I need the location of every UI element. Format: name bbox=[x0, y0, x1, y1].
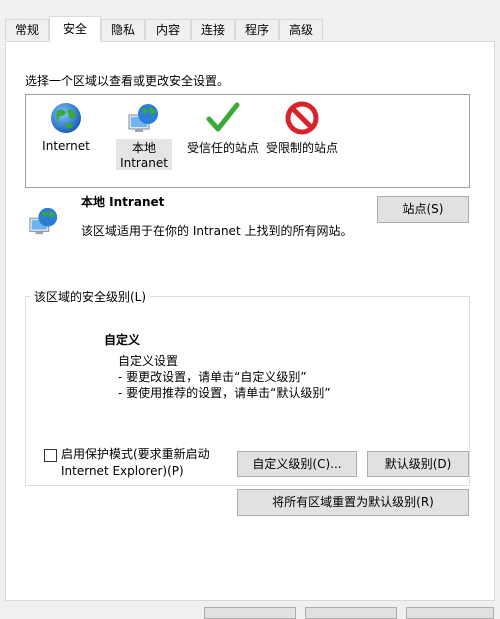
zone-trusted-sites-label: 受信任的站点 bbox=[186, 141, 259, 155]
zone-internet[interactable]: Internet bbox=[36, 101, 96, 153]
select-zone-prompt: 选择一个区域以查看或更改安全设置。 bbox=[25, 74, 230, 88]
tab-security[interactable]: 安全 bbox=[49, 16, 101, 42]
zone-restricted-sites[interactable]: 受限制的站点 bbox=[262, 101, 342, 156]
zone-trusted-sites[interactable]: 受信任的站点 bbox=[182, 101, 264, 156]
protected-mode-label-line2: Internet Explorer)(P) bbox=[61, 464, 184, 478]
globe-icon bbox=[49, 101, 83, 135]
cancel-button[interactable] bbox=[305, 607, 397, 619]
security-level-line: - 要更改设置，请单击“自定义级别” bbox=[118, 370, 307, 384]
apply-button[interactable] bbox=[406, 607, 494, 619]
security-level-line: 自定义设置 bbox=[118, 354, 179, 368]
protected-mode-label[interactable]: 启用保护模式(要求重新启动 Internet Explorer)(P) bbox=[61, 446, 210, 480]
sites-button[interactable]: 站点(S) bbox=[377, 196, 469, 223]
tab-bar: 常规 安全 隐私 内容 连接 程序 高级 bbox=[5, 16, 495, 42]
zone-local-intranet-label: 本地 Intranet bbox=[116, 139, 172, 170]
reset-all-zones-button[interactable]: 将所有区域重置为默认级别(R) bbox=[237, 489, 469, 516]
tab-general[interactable]: 常规 bbox=[5, 19, 49, 40]
intranet-icon bbox=[127, 101, 161, 135]
protected-mode-label-line1: 启用保护模式(要求重新启动 bbox=[61, 447, 210, 461]
selected-zone-title: 本地 Intranet bbox=[81, 195, 165, 209]
security-level-title: 自定义 bbox=[104, 333, 141, 347]
restricted-icon bbox=[285, 101, 319, 135]
default-level-button[interactable]: 默认级别(D) bbox=[367, 451, 469, 477]
zone-local-intranet[interactable]: 本地 Intranet bbox=[116, 101, 172, 170]
checkmark-icon bbox=[206, 101, 240, 135]
tab-privacy[interactable]: 隐私 bbox=[101, 19, 145, 40]
tab-content[interactable]: 内容 bbox=[145, 19, 191, 40]
selected-zone-description: 该区域适用于在你的 Intranet 上找到的所有网站。 bbox=[81, 224, 353, 238]
custom-level-button[interactable]: 自定义级别(C)... bbox=[237, 451, 357, 477]
tab-advanced[interactable]: 高级 bbox=[279, 19, 323, 40]
security-level-group-label: 该区域的安全级别(L) bbox=[30, 288, 151, 305]
protected-mode-checkbox[interactable] bbox=[44, 449, 57, 462]
zone-local-intranet-line2: Intranet bbox=[120, 156, 168, 170]
zone-list[interactable]: Internet 本地 Intranet 受信任的站点 受限制的站点 bbox=[25, 94, 470, 188]
tab-connections[interactable]: 连接 bbox=[191, 19, 235, 40]
security-level-details: 自定义设置 - 要更改设置，请单击“自定义级别” - 要使用推荐的设置，请单击“… bbox=[118, 353, 331, 401]
tab-programs[interactable]: 程序 bbox=[235, 19, 279, 40]
zone-local-intranet-line1: 本地 bbox=[131, 141, 156, 155]
ok-button[interactable] bbox=[204, 607, 296, 619]
security-level-line: - 要使用推荐的设置，请单击“默认级别” bbox=[118, 386, 331, 400]
zone-restricted-sites-label: 受限制的站点 bbox=[265, 141, 338, 155]
selected-zone-icon bbox=[28, 205, 60, 240]
zone-internet-label: Internet bbox=[42, 139, 90, 153]
